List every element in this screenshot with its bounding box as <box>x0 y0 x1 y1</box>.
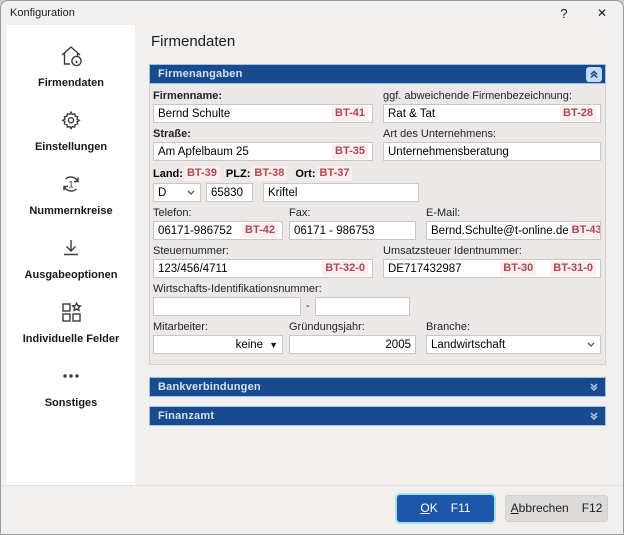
sidebar-item-firmendaten[interactable]: Firmendaten <box>7 42 135 89</box>
sidebar-item-einstellungen[interactable]: Einstellungen <box>7 106 135 153</box>
wirtschafts-id-input-2[interactable] <box>314 297 410 316</box>
cancel-button[interactable]: Abbrechen F12 <box>505 494 608 522</box>
telefon-label: Telefon: <box>153 207 192 219</box>
bt-badge: BT-38 <box>251 166 288 181</box>
dropdown-triangle-icon: ▼ <box>269 339 278 350</box>
wirtschafts-id-label: Wirtschafts-Identifikationsnummer: <box>153 283 322 295</box>
art-unternehmens-input[interactable]: Unternehmensberatung <box>383 142 601 161</box>
bt-badge: BT-31-0 <box>550 261 596 276</box>
bt-badge: BT-28 <box>560 106 596 121</box>
section-firmenangaben: Firmenangaben Firmenname: Bernd Schulte … <box>149 64 606 365</box>
sidebar: Firmendaten Einstellungen 1 Nummernkreis… <box>7 25 135 485</box>
strasse-input[interactable]: Am Apfelbaum 25 BT-35 <box>153 142 373 161</box>
sidebar-item-ausgabeoptionen[interactable]: Ausgabeoptionen <box>7 234 135 281</box>
firmenname-label: Firmenname: <box>153 90 223 102</box>
number-cycle-icon: 1 <box>57 170 85 198</box>
abw-bezeichnung-label: ggf. abweichende Firmenbezeichnung: <box>383 90 572 102</box>
collapse-chevron-icon[interactable] <box>586 66 602 82</box>
home-info-icon <box>57 42 85 70</box>
ok-button[interactable]: OK F11 <box>397 494 494 522</box>
bt-badge: BT-32-0 <box>322 261 368 276</box>
abw-bezeichnung-input[interactable]: Rat & Tat BT-28 <box>383 104 601 123</box>
steuernummer-label: Steuernummer: <box>153 245 229 257</box>
svg-text:1: 1 <box>68 179 73 190</box>
titlebar: Konfiguration ? ✕ <box>1 1 623 25</box>
wirtschafts-id-input-1[interactable] <box>153 297 301 316</box>
firmenangaben-body: Firmenname: Bernd Schulte BT-41 ggf. abw… <box>149 84 606 365</box>
wirtschafts-id-separator: - <box>306 300 310 312</box>
plz-label: PLZ: <box>225 167 251 180</box>
bt-badge: BT-41 <box>332 106 368 121</box>
help-icon: ? <box>560 5 568 21</box>
bt-badge: BT-37 <box>316 166 353 181</box>
email-label: E-Mail: <box>426 207 461 219</box>
gear-icon <box>57 106 85 134</box>
ort-input[interactable]: Kriftel <box>263 183 419 202</box>
bt-badge: BT-43 <box>568 223 600 238</box>
ust-identnummer-input[interactable]: DE717432987 BT-30 BT-31-0 <box>383 259 601 278</box>
help-button[interactable]: ? <box>545 1 583 25</box>
firmenangaben-header[interactable]: Firmenangaben <box>149 64 606 84</box>
footer-bar: OK F11 Abbrechen F12 <box>1 485 623 534</box>
close-icon: ✕ <box>596 6 608 20</box>
fax-label: Fax: <box>289 207 311 219</box>
close-button[interactable]: ✕ <box>583 1 621 25</box>
telefon-input[interactable]: 06171-986752 BT-42 <box>153 221 283 240</box>
sidebar-item-sonstiges[interactable]: Sonstiges <box>7 362 135 409</box>
bt-badge: BT-42 <box>242 223 278 238</box>
download-icon <box>57 234 85 262</box>
steuernummer-input[interactable]: 123/456/4711 BT-32-0 <box>153 259 373 278</box>
art-unternehmens-label: Art des Unternehmens: <box>383 128 497 140</box>
main-panel: Firmendaten Firmenangaben Firmenname: Be… <box>135 25 623 485</box>
sidebar-item-individuelle-felder[interactable]: Individuelle Felder <box>7 298 135 345</box>
bt-badge: BT-35 <box>332 144 368 159</box>
bankverbindungen-header[interactable]: Bankverbindungen <box>149 377 606 397</box>
email-input[interactable]: Bernd.Schulte@t-online.de BT-43 <box>426 221 601 240</box>
ust-identnummer-label: Umsatzsteuer Identnummer: <box>383 245 522 257</box>
land-label: Land: <box>153 167 183 180</box>
page-title: Firmendaten <box>151 33 236 50</box>
chevron-down-icon <box>586 340 596 349</box>
mitarbeiter-select[interactable]: keine ▼ <box>153 335 283 354</box>
ellipsis-icon <box>57 362 85 390</box>
window-title: Konfiguration <box>10 7 75 19</box>
finanzamt-header[interactable]: Finanzamt <box>149 406 606 426</box>
firmenname-input[interactable]: Bernd Schulte BT-41 <box>153 104 373 123</box>
plz-input[interactable]: 65830 <box>206 183 253 202</box>
sidebar-item-nummernkreise[interactable]: 1 Nummernkreise <box>7 170 135 217</box>
land-select[interactable]: D <box>153 183 201 202</box>
bt-badge: BT-30 <box>500 261 537 276</box>
fax-input[interactable]: 06171 - 986753 <box>289 221 416 240</box>
branche-label: Branche: <box>426 321 471 333</box>
custom-fields-icon <box>57 298 85 326</box>
expand-chevron-icon[interactable] <box>586 409 602 424</box>
strasse-label: Straße: <box>153 128 191 140</box>
bt-badge: BT-39 <box>183 166 220 181</box>
mitarbeiter-label: Mitarbeiter: <box>153 321 209 333</box>
chevron-down-icon <box>186 188 196 197</box>
branche-select[interactable]: Landwirtschaft <box>426 335 601 354</box>
ort-label: Ort: <box>295 167 316 180</box>
expand-chevron-icon[interactable] <box>586 380 602 395</box>
config-dialog: Konfiguration ? ✕ Firmendaten Einstellun… <box>0 0 624 535</box>
gruendungsjahr-input[interactable]: 2005 <box>289 335 416 354</box>
gruendungsjahr-label: Gründungsjahr: <box>289 321 365 333</box>
